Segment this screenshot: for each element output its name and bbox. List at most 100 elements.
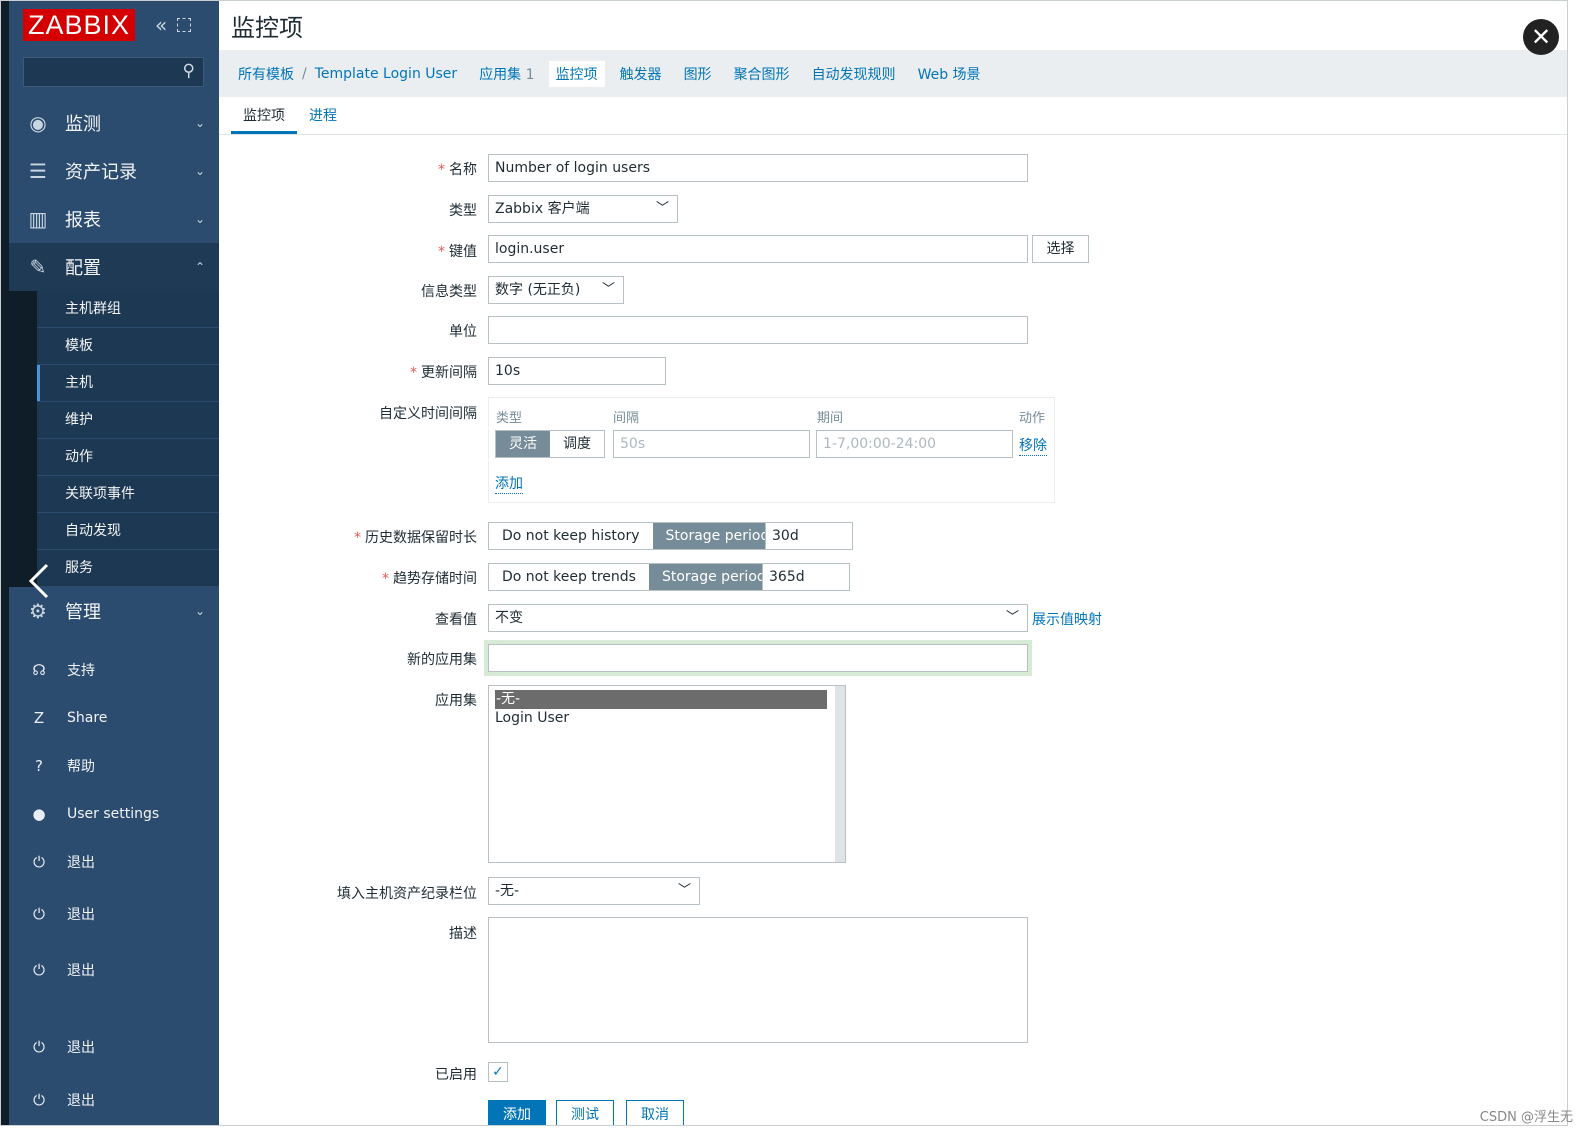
valuemap-label: 查看值 [435, 612, 477, 628]
menu-reports-label: 报表 [65, 210, 101, 231]
custom-scheduling-option[interactable]: 调度 [550, 431, 604, 457]
enabled-checkbox[interactable]: ✓ [488, 1062, 508, 1082]
menu-sign-out[interactable]: ⏻ 退出 [9, 838, 219, 886]
menu-monitoring[interactable]: ◉ 监测 ⌄ [9, 99, 219, 147]
menu-help[interactable]: ? 帮助 [9, 742, 219, 790]
add-button[interactable]: 添加 [488, 1100, 546, 1125]
main-content: 监控项 ✕ 所有模板 / Template Login User 应用集 1 监… [219, 1, 1567, 1125]
submenu-services[interactable]: 服务 [37, 550, 219, 587]
chevron-up-icon: ⌃ [194, 260, 205, 274]
zabbix-logo[interactable]: ZABBIX [23, 9, 136, 41]
menu-sign-out[interactable]: ⏻ 退出 [9, 998, 219, 1076]
custom-period-input[interactable]: 1-7,00:00-24:00 [816, 430, 1013, 458]
menu-configuration-label: 配置 [65, 258, 101, 279]
menu-configuration[interactable]: ✎ 配置 ⌃ [9, 243, 219, 291]
tab-preprocessing[interactable]: 进程 [297, 105, 349, 134]
wrench-icon: ✎ [29, 255, 47, 279]
menu-sign-out-label: 退出 [67, 855, 95, 871]
nav-web-scenarios[interactable]: Web 场景 [918, 64, 981, 84]
application-option-none[interactable]: -无- [495, 690, 827, 709]
form-tabs: 监控项 进程 [219, 97, 1567, 135]
sidebar: ZABBIX « ⚲ ◉ 监测 ⌄ ☰ 资产记录 ⌄ ▥ 报表 ⌄ ✎ 配置 ⌃… [1, 1, 219, 1125]
collapse-sidebar-icon[interactable]: « [155, 13, 167, 37]
menu-sign-out[interactable]: ⏻ 退出 [9, 886, 219, 942]
menu-sign-out-label: 退出 [67, 907, 95, 923]
menu-share[interactable]: Z Share [9, 694, 219, 742]
menu-help-label: 帮助 [67, 759, 95, 775]
menu-sign-out-label: 退出 [67, 1093, 95, 1109]
submenu-maintenance[interactable]: 维护 [37, 402, 219, 439]
gear-icon: ⚙ [29, 599, 47, 623]
nav-discovery-rules[interactable]: 自动发现规则 [812, 64, 896, 84]
trends-input[interactable]: 365d [762, 563, 850, 591]
search-icon[interactable]: ⚲ [183, 61, 195, 81]
menu-reports[interactable]: ▥ 报表 ⌄ [9, 195, 219, 243]
show-value-mappings-link[interactable]: 展示值映射 [1032, 609, 1102, 629]
breadcrumb-all-templates[interactable]: 所有模板 [238, 64, 294, 84]
interval-input[interactable]: 10s [488, 357, 666, 385]
key-label-text: 键值 [449, 244, 477, 260]
type-select-value: Zabbix 客户端 [495, 201, 590, 217]
test-button[interactable]: 测试 [556, 1100, 614, 1125]
tab-item[interactable]: 监控项 [231, 105, 297, 134]
menu-support-label: 支持 [67, 663, 95, 679]
back-arrow-icon[interactable] [25, 561, 55, 601]
trends-storage-period-option[interactable]: Storage period [648, 564, 779, 590]
key-input[interactable]: login.user [488, 235, 1028, 263]
application-option-login-user[interactable]: Login User [489, 709, 845, 728]
menu-monitoring-label: 监测 [65, 114, 101, 135]
menu-sign-out[interactable]: ⏻ 退出 [9, 942, 219, 998]
power-icon: ⏻ [33, 905, 45, 923]
custom-add-link[interactable]: 添加 [495, 473, 523, 494]
page-title: 监控项 [231, 14, 303, 42]
custom-interval-input[interactable]: 50s [613, 430, 810, 458]
headset-icon: ☊ [32, 661, 46, 679]
nav-screens[interactable]: 聚合图形 [734, 64, 790, 84]
nav-items[interactable]: 监控项 [548, 61, 605, 87]
trends-do-not-keep-option[interactable]: Do not keep trends [489, 564, 649, 590]
menu-user-settings[interactable]: ● User settings [9, 790, 219, 838]
breadcrumb-template[interactable]: Template Login User [315, 66, 457, 82]
chevron-down-icon: ﹀ [677, 883, 691, 898]
name-input[interactable]: Number of login users [488, 154, 1028, 182]
listbox-scrollbar[interactable] [835, 686, 845, 862]
sidebar-search-input[interactable]: ⚲ [23, 57, 204, 87]
valuemap-select[interactable]: 不变 ﹀ [488, 604, 1028, 632]
new-application-input[interactable] [488, 644, 1028, 672]
kiosk-mode-icon[interactable] [177, 18, 192, 32]
menu-sign-out-label: 退出 [67, 1040, 95, 1056]
nav-triggers[interactable]: 触发器 [620, 64, 662, 84]
description-textarea[interactable] [488, 917, 1028, 1043]
nav-applications[interactable]: 应用集 1 [479, 64, 534, 84]
custom-flexible-option[interactable]: 灵活 [496, 431, 550, 457]
sidebar-edge [1, 1, 9, 1125]
submenu-discovery[interactable]: 自动发现 [37, 513, 219, 550]
submenu-actions[interactable]: 动作 [37, 439, 219, 476]
history-storage-period-option[interactable]: Storage period [652, 523, 783, 549]
menu-inventory[interactable]: ☰ 资产记录 ⌄ [9, 147, 219, 195]
units-input[interactable] [488, 316, 1028, 344]
menu-support[interactable]: ☊ 支持 [9, 646, 219, 694]
history-do-not-keep-option[interactable]: Do not keep history [489, 523, 653, 549]
close-icon[interactable]: ✕ [1523, 19, 1559, 55]
applications-listbox[interactable]: -无- Login User [488, 685, 846, 863]
history-label-text: 历史数据保留时长 [365, 530, 477, 546]
submenu-event-correlation[interactable]: 关联项事件 [37, 476, 219, 513]
key-select-button[interactable]: 选择 [1032, 235, 1089, 263]
breadcrumb-separator: / [302, 66, 307, 82]
submenu-host-groups[interactable]: 主机群组 [37, 291, 219, 328]
cancel-button[interactable]: 取消 [626, 1100, 684, 1125]
custom-remove-link[interactable]: 移除 [1019, 435, 1047, 456]
valuemap-select-value: 不变 [495, 610, 523, 626]
submenu-hosts[interactable]: 主机 [37, 365, 219, 402]
history-input[interactable]: 30d [765, 522, 853, 550]
chart-icon: ▥ [28, 207, 48, 231]
info-type-select[interactable]: 数字 (无正负) ﹀ [488, 276, 624, 304]
type-select[interactable]: Zabbix 客户端 ﹀ [488, 195, 678, 223]
menu-sign-out[interactable]: ⏻ 退出 [9, 1076, 219, 1124]
menu-user-settings-label: User settings [67, 806, 160, 822]
inventory-select[interactable]: -无- ﹀ [488, 877, 700, 905]
submenu-templates[interactable]: 模板 [37, 328, 219, 365]
nav-graphs[interactable]: 图形 [684, 64, 712, 84]
menu-share-label: Share [67, 710, 108, 726]
